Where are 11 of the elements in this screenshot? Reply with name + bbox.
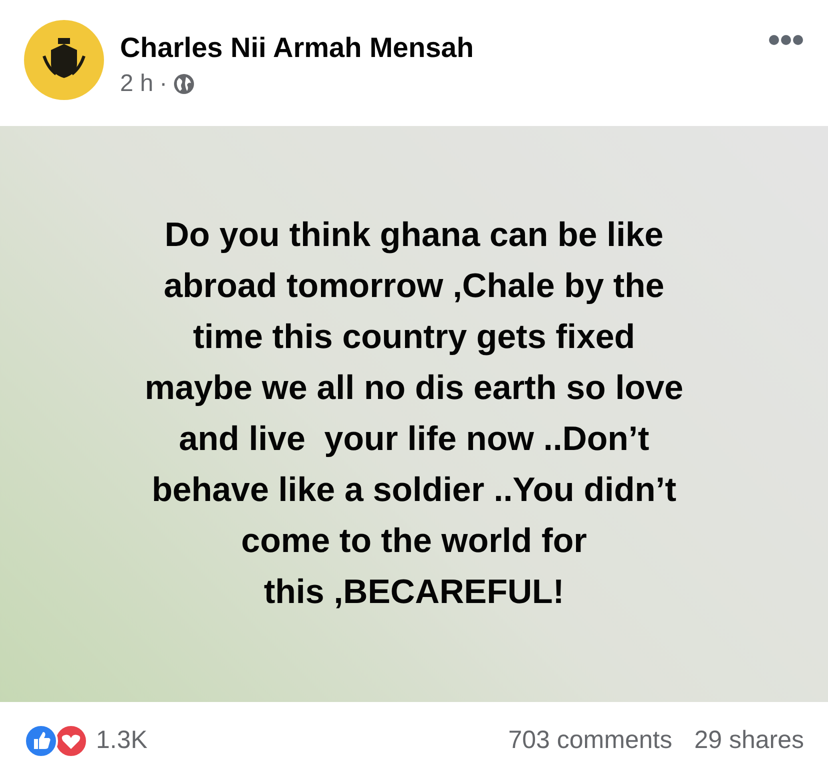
avatar-icon[interactable]	[24, 20, 104, 100]
globe-icon	[173, 73, 196, 95]
shares-count[interactable]: 29 shares	[694, 726, 804, 755]
reactions-count[interactable]: 1.3K	[96, 726, 148, 755]
reactions-icon	[24, 724, 88, 758]
comments-count[interactable]: 703 comments	[508, 726, 672, 755]
author-name[interactable]: Charles Nii Armah Mensah	[120, 32, 752, 64]
separator-dot: ·	[159, 70, 168, 98]
more-options-icon[interactable]	[768, 34, 804, 46]
post-text: Do you think ghana can be like abroad tomorrow ,Chale by the time this country gets fixed maybe we all no dis earth so love and live your life now ..Don’t behave like a soldier ..You didn’t come to the world for this ,BECAREFUL!	[144, 215, 684, 613]
post-time: 2 h	[120, 70, 154, 98]
